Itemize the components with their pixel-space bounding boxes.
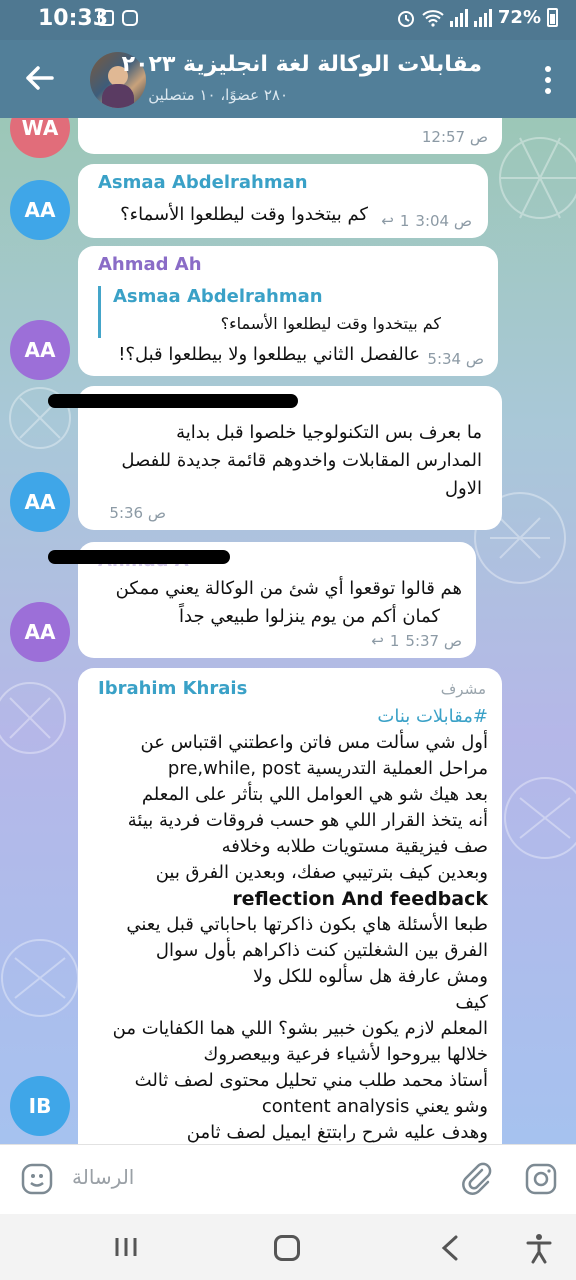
- message-line: الفرق بين الشغلتين كنت ذاكراهم بأول سوال: [155, 940, 488, 961]
- message-line: طبعا الأسئلة هاي بكون ذاكرتها باحاباتي ق…: [126, 914, 488, 935]
- message-line: المعلم لازم يكون خبير بشو؟ اللي هما الكف…: [112, 1018, 488, 1039]
- instagram-notification-icon: [122, 10, 138, 26]
- message-bubble[interactable]: Ibrahim Khrais مشرف #مقابلات بنات أول شي…: [78, 668, 502, 1144]
- alarm-icon: [397, 10, 414, 27]
- message-input[interactable]: الرسالة: [72, 1165, 134, 1189]
- message-line: أول شي سألت مس فاتن واعطتني اقتباس عن: [140, 732, 488, 753]
- reply-icon[interactable]: ↩: [371, 632, 384, 650]
- message-list[interactable]: WA 12:57 ص AA Asmaa Abdelrahman كم بيتخد…: [0, 118, 576, 1144]
- message-line: وهدف عليه شرح رابتتغ ايميل لصف ثامن: [186, 1122, 488, 1143]
- message-meta: ↩ 1 3:04 ص: [381, 212, 472, 230]
- hashtag-line[interactable]: #مقابلات بنات: [377, 706, 488, 727]
- status-right: 72%: [396, 7, 558, 28]
- camera-icon[interactable]: [524, 1162, 558, 1196]
- message-bubble[interactable]: 12:57 ص: [78, 118, 502, 154]
- avatar[interactable]: AA: [10, 320, 70, 380]
- message-line: كمان أكم من يوم ينزلوا طبيعي جداً: [179, 606, 440, 627]
- notification-icons: [98, 10, 138, 26]
- message-line: الاول: [444, 478, 482, 499]
- message-time: 12:57 ص: [421, 128, 488, 146]
- battery-icon: [547, 8, 558, 27]
- message-meta: 12:57 ص: [422, 128, 488, 146]
- avatar[interactable]: IB: [10, 1076, 70, 1136]
- message-meta: 5:34 ص: [427, 350, 484, 368]
- home-icon[interactable]: [274, 1235, 300, 1261]
- message-line: ومش عارفة هل سألوه للكل ولا: [253, 966, 488, 987]
- sender-name[interactable]: Ibrahim Khrais: [98, 678, 247, 699]
- message-line: أستاذ محمد طلب مني تحليل محتوى لصف ثالث: [134, 1070, 488, 1091]
- message-line: وشو يعني content analysis: [261, 1096, 488, 1117]
- message-text: عالفصل الثاني بيطلعوا ولا بيطلعوا قبل؟!: [118, 344, 420, 365]
- redaction-scribble: [48, 394, 298, 408]
- message-text: كم بيتخدوا وقت ليطلعوا الأسماء؟: [120, 204, 368, 225]
- redaction-scribble: [48, 550, 230, 564]
- arrow-left-icon[interactable]: [22, 60, 58, 96]
- message-meta: 5:36 ص: [109, 504, 166, 522]
- message-meta: ↩ 1 5:37 ص: [371, 632, 462, 650]
- system-back-icon[interactable]: [438, 1234, 462, 1262]
- system-navigation-bar: [0, 1214, 576, 1280]
- chat-title[interactable]: مقابلات الوكالة لغة انجليزية ٢٠٢٣: [122, 52, 482, 77]
- message-time: 5:36 ص: [109, 504, 166, 522]
- recent-apps-icon[interactable]: [112, 1236, 140, 1258]
- message-line: ما بعرف بس التكنولوجيا خلصوا قبل بداية: [176, 422, 482, 443]
- signal-2-icon: [473, 8, 492, 27]
- battery-percent: 72%: [497, 7, 541, 28]
- message-line: reflection And feedback: [232, 888, 488, 910]
- message-line: صف فيزيقية مستويات طلابه وخلافه: [221, 836, 488, 857]
- sender-name[interactable]: Asmaa Abdelrahman: [98, 172, 308, 193]
- message-line: بعد هيك شو هي العوامل اللي بتأثر على الم…: [141, 784, 488, 805]
- wifi-icon: [422, 9, 444, 27]
- member-count: ٢٨٠ عضوًا، ١٠ متصلين: [148, 86, 288, 104]
- message-bubble[interactable]: Ahmad Ah Asmaa Abdelrahman كم بيتخدوا وق…: [78, 246, 498, 376]
- message-time: 5:34 ص: [427, 350, 484, 368]
- reply-count: 1: [389, 632, 400, 650]
- message-line: أنه يتخذ القرار اللي هو حسب فروقات فردية…: [127, 810, 488, 831]
- admin-badge: مشرف: [440, 680, 486, 698]
- more-vert-icon[interactable]: [544, 66, 552, 94]
- message-line: مراحل العملية التدريسية pre,while, post: [167, 758, 488, 779]
- sticker-icon[interactable]: [20, 1162, 54, 1196]
- reply-count: 1: [399, 212, 410, 230]
- message-bubble[interactable]: Asmaa Abdelrahman كم بيتخدوا وقت ليطلعوا…: [78, 164, 488, 238]
- message-bubble[interactable]: ما بعرف بس التكنولوجيا خلصوا قبل بداية ا…: [48, 386, 502, 530]
- message-line: كيف: [455, 992, 488, 1013]
- paperclip-icon[interactable]: [460, 1161, 494, 1195]
- quote-text: كم بيتخدوا وقت ليطلعوا الأسماء؟: [220, 314, 441, 333]
- avatar[interactable]: AA: [10, 602, 70, 662]
- reply-quote[interactable]: Asmaa Abdelrahman كم بيتخدوا وقت ليطلعوا…: [98, 286, 441, 338]
- sender-name[interactable]: Ahmad Ah: [98, 254, 202, 275]
- chat-header: مقابلات الوكالة لغة انجليزية ٢٠٢٣ ٢٨٠ عض…: [0, 40, 576, 118]
- image-notification-icon: [98, 10, 114, 26]
- message-line: المدارس المقابلات واخدوهم قائمة جديدة لل…: [121, 450, 482, 471]
- accessibility-icon[interactable]: [524, 1232, 554, 1264]
- avatar[interactable]: AA: [10, 180, 70, 240]
- message-line: وبعدين كيف بترتيبي صفك، وبعدين الفرق بين: [155, 862, 488, 883]
- signal-icon: [449, 8, 468, 27]
- message-time: 5:37 ص: [405, 632, 462, 650]
- message-bubble[interactable]: Ahmad A هم قالوا توقعوا أي شئ من الوكالة…: [48, 542, 476, 658]
- message-time: 3:04 ص: [415, 212, 472, 230]
- quote-sender: Asmaa Abdelrahman: [113, 286, 323, 307]
- status-bar: 10:33 72%: [0, 0, 576, 40]
- avatar[interactable]: AA: [10, 472, 70, 532]
- reply-icon[interactable]: ↩: [381, 212, 394, 230]
- message-line: هم قالوا توقعوا أي شئ من الوكالة يعني مم…: [115, 578, 462, 599]
- message-composer: الرسالة: [0, 1144, 576, 1215]
- message-line: خلالها بيروحوا لأشياء فرعية وبيعصروك: [203, 1044, 488, 1065]
